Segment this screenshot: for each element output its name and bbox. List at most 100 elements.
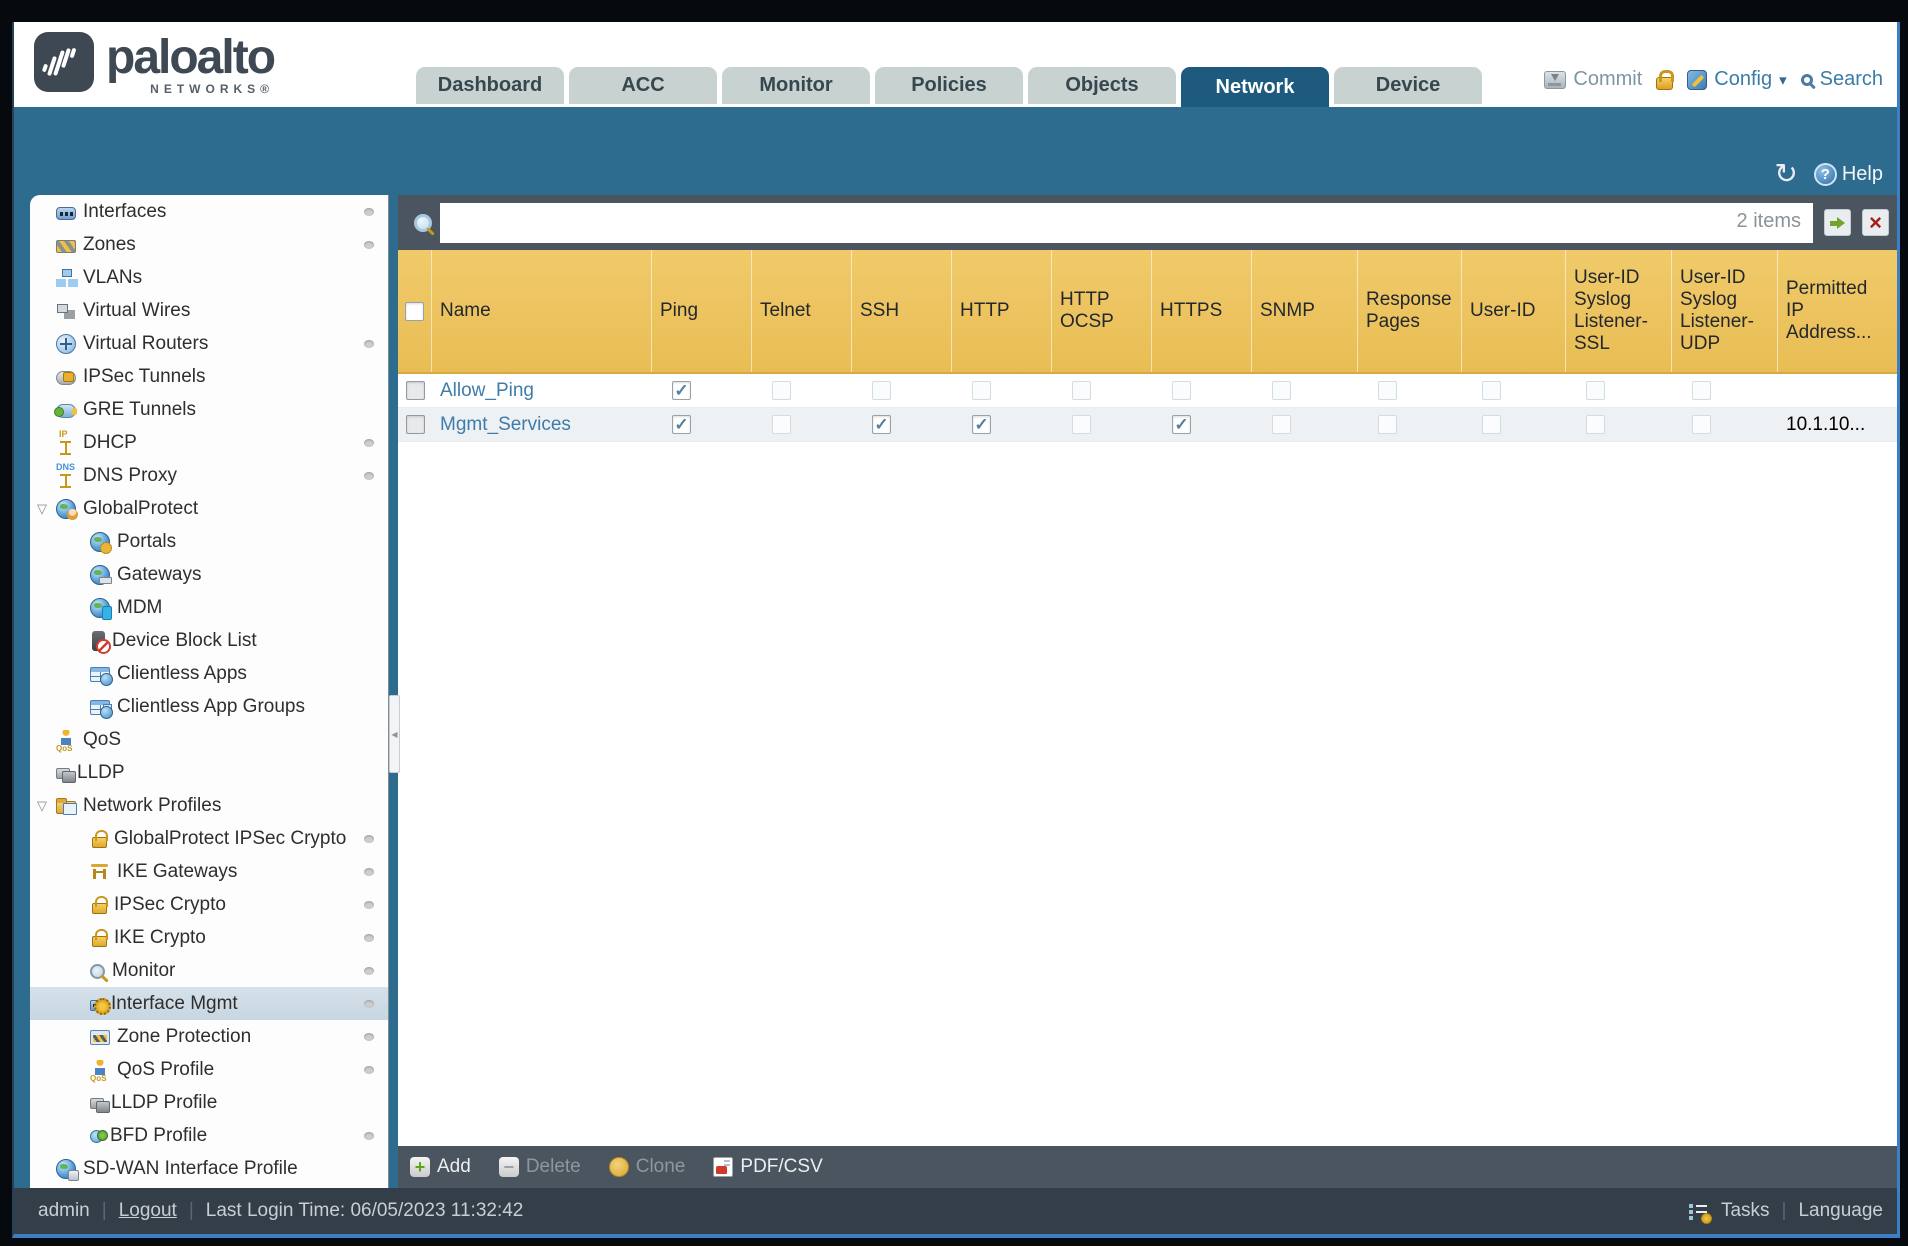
sidebar-item-monitor[interactable]: Monitor [30, 954, 388, 987]
sidebar-item-qos[interactable]: QoS [30, 723, 388, 756]
add-button[interactable]: + Add [410, 1156, 471, 1178]
sidebar-item-ipsec-tunnels[interactable]: IPSec Tunnels [30, 360, 388, 393]
sidebar-item-dhcp[interactable]: DHCP [30, 426, 388, 459]
tab-policies[interactable]: Policies [875, 67, 1023, 104]
sidebar-item-label: QoS [83, 728, 122, 750]
dns-proxy-icon [56, 463, 76, 488]
tab-dashboard[interactable]: Dashboard [416, 67, 564, 104]
profile-name-link[interactable]: Allow_Ping [440, 380, 534, 402]
sidebar-item-ike-crypto[interactable]: IKE Crypto [30, 921, 388, 954]
sidebar-item-interfaces[interactable]: Interfaces [30, 195, 388, 228]
sidebar-item-bfd-profile[interactable]: BFD Profile [30, 1119, 388, 1152]
select-all-checkbox[interactable] [405, 301, 424, 321]
column-header-http-ocsp[interactable]: HTTP OCSP [1052, 250, 1152, 372]
sidebar-item-mdm[interactable]: MDM [30, 591, 388, 624]
sidebar-item-label: BFD Profile [110, 1124, 208, 1146]
logout-link[interactable]: Logout [119, 1200, 177, 1222]
tasks-button[interactable]: Tasks [1721, 1200, 1770, 1222]
sidebar-item-network-profiles[interactable]: ▽ Network Profiles [30, 789, 388, 822]
tab-monitor[interactable]: Monitor [722, 67, 870, 104]
column-header-http[interactable]: HTTP [952, 250, 1052, 372]
sidebar-item-gateways[interactable]: Gateways [30, 558, 388, 591]
logo-wordmark: paloalto [106, 31, 276, 84]
search-button[interactable]: Search [1800, 68, 1883, 91]
help-icon: ? [1813, 162, 1837, 186]
sidebar-item-lldp-profile[interactable]: LLDP Profile [30, 1086, 388, 1119]
column-header-ssh[interactable]: SSH [852, 250, 952, 372]
bfd-profile-icon [90, 1130, 108, 1143]
help-button[interactable]: ? Help [1813, 162, 1883, 186]
column-header-response-pages[interactable]: Response Pages [1358, 250, 1462, 372]
language-button[interactable]: Language [1798, 1200, 1883, 1222]
tab-device[interactable]: Device [1334, 67, 1482, 104]
column-header-user-id-syslog-listener-ssl[interactable]: User-ID Syslog Listener-SSL [1566, 250, 1672, 372]
sidebar-item-zone-protection[interactable]: Zone Protection [30, 1020, 388, 1053]
checkbox-ping-checked: ✓ [672, 381, 691, 400]
sidebar-item-lldp[interactable]: LLDP [30, 756, 388, 789]
delete-button[interactable]: − Delete [498, 1156, 581, 1178]
config-menu[interactable]: Config ▾ [1687, 68, 1787, 91]
checkbox-telnet-unchecked [772, 415, 791, 434]
column-header-user-id-syslog-listener-udp[interactable]: User-ID Syslog Listener-UDP [1672, 250, 1778, 372]
status-dot-icon [364, 240, 374, 249]
tab-network[interactable]: Network [1181, 67, 1329, 107]
column-header-snmp[interactable]: SNMP [1252, 250, 1358, 372]
service-cell-ping: ✓ [652, 381, 752, 400]
checkbox-ssh-checked: ✓ [872, 415, 891, 434]
column-header-telnet[interactable]: Telnet [752, 250, 852, 372]
row-select-checkbox[interactable] [405, 381, 425, 400]
sidebar-item-virtual-wires[interactable]: Virtual Wires [30, 294, 388, 327]
column-header-ping[interactable]: Ping [652, 250, 752, 372]
service-cell-http-ocsp [1052, 415, 1152, 434]
sidebar-item-label: Interfaces [83, 200, 167, 222]
permitted-ip-cell: 10.1.10... [1778, 414, 1897, 436]
sidebar-item-zones[interactable]: Zones [30, 228, 388, 261]
sidebar-item-label: SD-WAN Interface Profile [83, 1157, 298, 1179]
sidebar-item-label: VLANs [83, 266, 143, 288]
interfaces-icon [56, 206, 76, 220]
service-cell-telnet [752, 381, 852, 400]
sidebar-item-virtual-routers[interactable]: Virtual Routers [30, 327, 388, 360]
expander-triangle-icon[interactable]: ▽ [37, 798, 47, 814]
sidebar-item-device-block-list[interactable]: Device Block List [30, 624, 388, 657]
service-cell-ssh [852, 381, 952, 400]
sidebar-item-clientless-apps[interactable]: Clientless Apps [30, 657, 388, 690]
tab-objects[interactable]: Objects [1028, 67, 1176, 104]
clear-filter-button[interactable]: × [1862, 209, 1889, 236]
row-select-cell [398, 381, 432, 400]
sidebar-item-portals[interactable]: Portals [30, 525, 388, 558]
filter-input[interactable] [440, 202, 1813, 243]
paloalto-logo-icon [34, 32, 94, 92]
sidebar-item-ipsec-crypto[interactable]: IPSec Crypto [30, 888, 388, 921]
tab-acc[interactable]: ACC [569, 67, 717, 104]
sidebar-item-qos-profile[interactable]: QoS Profile [30, 1053, 388, 1086]
apply-filter-button[interactable] [1824, 209, 1851, 236]
status-dot-icon [364, 999, 374, 1008]
service-cell-ssh: ✓ [852, 415, 952, 434]
service-cell-response-pages [1358, 415, 1462, 434]
profile-name-link[interactable]: Mgmt_Services [440, 414, 571, 436]
column-header-user-id[interactable]: User-ID [1462, 250, 1566, 372]
expander-triangle-icon[interactable]: ▽ [37, 501, 47, 517]
sidebar-item-globalprotect[interactable]: ▽ GlobalProtect [30, 492, 388, 525]
sidebar-item-clientless-app-groups[interactable]: Clientless App Groups [30, 690, 388, 723]
clone-button[interactable]: Clone [608, 1156, 685, 1178]
sidebar-collapse-handle[interactable]: ◀ [389, 695, 400, 773]
row-select-checkbox[interactable] [405, 415, 425, 434]
sidebar-item-dns-proxy[interactable]: DNS Proxy [30, 459, 388, 492]
sidebar-item-gre-tunnels[interactable]: GRE Tunnels [30, 393, 388, 426]
refresh-icon[interactable]: ↻ [1774, 160, 1797, 188]
items-count: 2 items [1736, 209, 1801, 232]
pdf-csv-button[interactable]: PDF/CSV [713, 1156, 823, 1178]
lock-icon[interactable] [1656, 69, 1675, 90]
sidebar-item-interface-mgmt[interactable]: Interface Mgmt [30, 987, 388, 1020]
paloalto-logo: paloalto NETWORKS® [34, 31, 276, 96]
column-header-name[interactable]: Name [432, 250, 652, 372]
column-header-https[interactable]: HTTPS [1152, 250, 1252, 372]
commit-button[interactable]: Commit [1544, 68, 1642, 91]
sidebar-item-ike-gateways[interactable]: IKE Gateways [30, 855, 388, 888]
sidebar-item-globalprotect-ipsec-crypto[interactable]: GlobalProtect IPSec Crypto [30, 822, 388, 855]
sidebar-item-sd-wan-interface-profile[interactable]: SD-WAN Interface Profile [30, 1152, 388, 1185]
sidebar-item-vlans[interactable]: VLANs [30, 261, 388, 294]
column-header-permitted-ip-address[interactable]: Permitted IP Address... [1778, 250, 1897, 372]
